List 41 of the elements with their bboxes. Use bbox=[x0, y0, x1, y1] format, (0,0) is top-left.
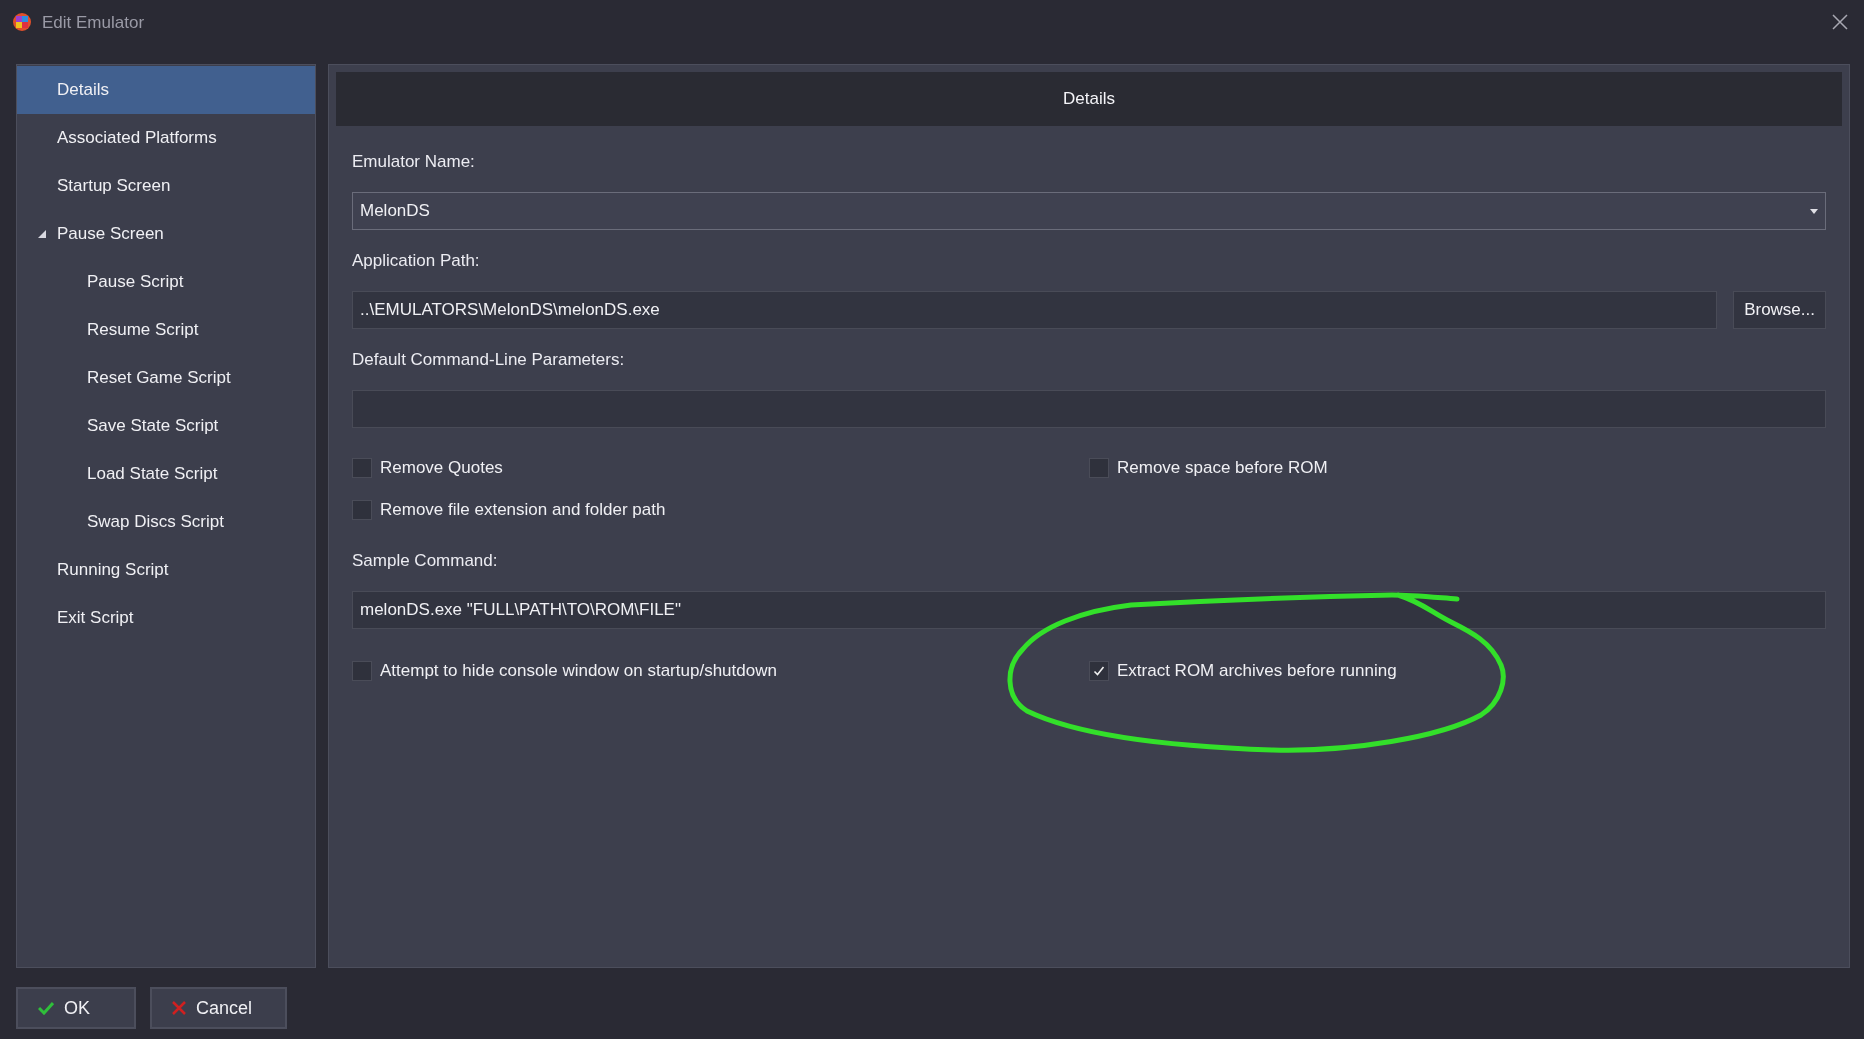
checkbox-label: Remove space before ROM bbox=[1117, 458, 1328, 478]
checkbox[interactable] bbox=[1089, 661, 1109, 681]
emulator-name-dropdown[interactable]: MelonDS bbox=[352, 192, 1826, 230]
sample-command-field[interactable]: melonDS.exe "FULL\PATH\TO\ROM\FILE" bbox=[352, 591, 1826, 629]
checkbox[interactable] bbox=[352, 458, 372, 478]
sidebar-item[interactable]: Running Script bbox=[17, 546, 315, 594]
checkbox[interactable] bbox=[352, 661, 372, 681]
sidebar-item[interactable]: Startup Screen bbox=[17, 162, 315, 210]
checkbox-label: Attempt to hide console window on startup/shutdown bbox=[380, 661, 777, 681]
expand-caret-icon[interactable] bbox=[38, 230, 46, 238]
close-icon[interactable] bbox=[1832, 14, 1848, 30]
sidebar-item[interactable]: Associated Platforms bbox=[17, 114, 315, 162]
field-label: Sample Command: bbox=[352, 551, 499, 572]
sidebar-item[interactable]: Load State Script bbox=[17, 450, 315, 498]
checkbox[interactable] bbox=[1089, 458, 1109, 478]
checkbox-label: Remove Quotes bbox=[380, 458, 503, 478]
sidebar-item[interactable]: Pause Screen bbox=[17, 210, 315, 258]
sidebar-item[interactable]: Pause Script bbox=[17, 258, 315, 306]
dropdown-caret-icon bbox=[1810, 208, 1818, 214]
sidebar-item[interactable]: Details bbox=[17, 66, 315, 114]
sidebar-item[interactable]: Exit Script bbox=[17, 594, 315, 642]
checkmark-icon bbox=[38, 1001, 54, 1015]
cancel-button[interactable]: Cancel bbox=[150, 987, 287, 1029]
ok-button[interactable]: OK bbox=[16, 987, 136, 1029]
field-label: Application Path: bbox=[352, 251, 481, 272]
sidebar-item[interactable]: Reset Game Script bbox=[17, 354, 315, 402]
window-title: Edit Emulator bbox=[42, 12, 145, 34]
sidebar-item[interactable]: Save State Script bbox=[17, 402, 315, 450]
checkbox[interactable] bbox=[352, 500, 372, 520]
checkmark-icon bbox=[1093, 665, 1105, 677]
checkbox-label: Extract ROM archives before running bbox=[1117, 661, 1397, 681]
application-path-field[interactable]: ..\EMULATORS\MelonDS\melonDS.exe bbox=[352, 291, 1718, 329]
checkbox-label: Remove file extension and folder path bbox=[380, 500, 666, 520]
sidebar-item[interactable]: Swap Discs Script bbox=[17, 498, 315, 546]
browse-button[interactable]: Browse... bbox=[1733, 291, 1826, 329]
panel-header: Details bbox=[336, 72, 1842, 126]
app-logo-icon bbox=[12, 12, 32, 32]
field-label: Default Command-Line Parameters: bbox=[352, 350, 626, 371]
sidebar-item[interactable]: Resume Script bbox=[17, 306, 315, 354]
cross-icon bbox=[172, 1001, 186, 1015]
field-label: Emulator Name: bbox=[352, 152, 476, 173]
